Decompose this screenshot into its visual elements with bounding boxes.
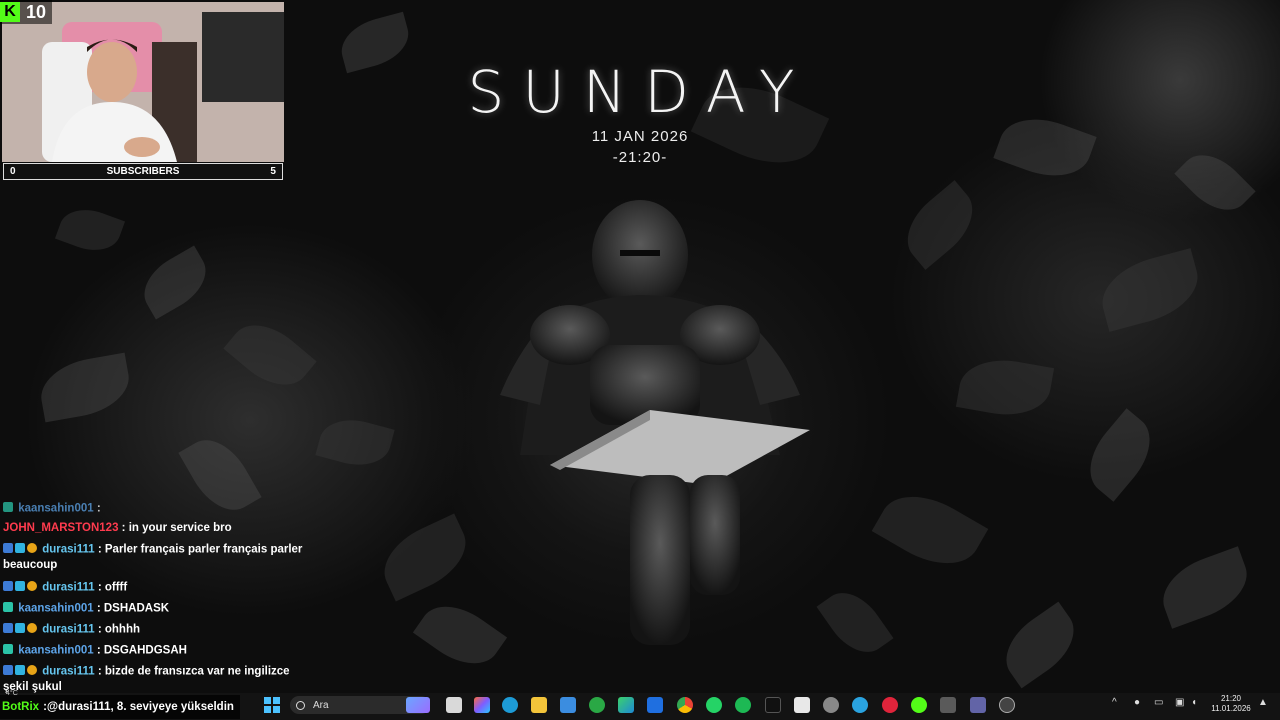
keyboard-icon[interactable]: ▭	[1154, 697, 1163, 708]
webcam-overlay: K 10 0 SUBSCRIBERS 5	[0, 0, 285, 182]
controller-app-icon[interactable]	[940, 697, 956, 713]
kick-count: 10	[26, 1, 47, 22]
whatsapp-icon[interactable]	[706, 697, 722, 713]
xbox-icon[interactable]	[589, 697, 605, 713]
chat-badges	[3, 664, 39, 679]
notification-bell-icon[interactable]: ▲	[1258, 697, 1268, 708]
telegram-icon[interactable]	[852, 697, 868, 713]
chat-text: ohhhh	[104, 623, 140, 636]
chat-message: kaansahin001 :	[3, 501, 315, 517]
clock-date: 11.01.2026	[1211, 704, 1251, 713]
chat-badges	[3, 622, 39, 637]
chat-username: durasi111	[42, 665, 95, 678]
chat-text: in your service bro	[128, 522, 232, 534]
subscriber-goal-label: SUBSCRIBERS	[106, 166, 180, 177]
chat-badges	[3, 643, 15, 658]
chat-badges	[3, 601, 15, 616]
botrix-text: :@durasi111, 8. seviyeye yükseldin	[43, 701, 234, 713]
chat-message: kaansahin001 : DSHADASK	[3, 601, 315, 617]
file-explorer-icon[interactable]	[531, 697, 547, 713]
task-view-icon[interactable]	[446, 697, 462, 713]
microphone-icon[interactable]: ●	[1134, 697, 1140, 708]
kick-app-icon[interactable]	[911, 697, 927, 713]
gaming-app-icon[interactable]	[618, 697, 634, 713]
day-label: SUNDAY	[467, 58, 813, 126]
chat-message: JOHN_MARSTON123 : in your service bro	[3, 522, 232, 534]
chat-message: durasi111 : offff	[3, 580, 315, 596]
chat-text: offff	[104, 581, 128, 594]
subscriber-goal-start: 0	[10, 166, 16, 177]
time-label: -21:20-	[612, 149, 668, 166]
clock-time: 21:20	[1220, 694, 1242, 703]
chat-message: kaansahin001 : DSGAHDGSAH	[3, 643, 315, 659]
widgets-icon[interactable]	[406, 697, 430, 713]
antivirus-icon[interactable]	[882, 697, 898, 713]
date-widget: SUNDAY 11 JAN 2026 -21:20-	[440, 58, 840, 166]
chrome-icon[interactable]	[677, 697, 693, 713]
botrix-message: BotRix :@durasi111, 8. seviyeye yükseldi…	[0, 695, 240, 719]
outlook-icon[interactable]	[647, 697, 663, 713]
chat-badges	[3, 501, 15, 516]
kick-logo-icon: K	[0, 2, 20, 22]
date-label: 11 JAN 2026	[591, 128, 689, 145]
chat-username: JOHN_MARSTON123	[3, 522, 119, 534]
store-icon[interactable]	[560, 697, 576, 713]
search-placeholder: Ara	[313, 699, 329, 711]
webcam-video	[2, 2, 284, 162]
tiktok-icon[interactable]	[765, 697, 781, 713]
chat-message: durasi111 : bizde de fransızca var ne in…	[3, 664, 290, 693]
subscriber-goal-bar: 0 SUBSCRIBERS 5	[3, 163, 283, 180]
chat-username: durasi111	[42, 581, 95, 594]
botrix-name: BotRix	[2, 701, 40, 713]
chat-message: durasi111 : Parler français parler franç…	[3, 542, 303, 571]
notes-icon[interactable]	[794, 697, 810, 713]
chat-message: durasi111 : ohhhh	[3, 622, 315, 638]
kick-follower-badge: K 10	[0, 0, 53, 24]
chat-text: DSHADASK	[103, 602, 170, 615]
knight-artwork	[500, 200, 810, 645]
spotify-icon[interactable]	[735, 697, 751, 713]
copilot-icon[interactable]	[474, 697, 490, 713]
volume-icon[interactable]: ◖	[1191, 697, 1197, 708]
chat-username: kaansahin001	[18, 644, 94, 657]
obs-icon[interactable]	[999, 697, 1015, 713]
chat-username: kaansahin001	[18, 602, 94, 615]
tray-overflow-chevron-icon[interactable]: ^	[1112, 697, 1117, 708]
taskbar-clock[interactable]: 21:20 11.01.2026	[1208, 694, 1254, 714]
settings-gear-icon[interactable]	[823, 697, 839, 713]
start-button-icon[interactable]	[264, 697, 280, 713]
chat-username: durasi111	[42, 623, 95, 636]
chat-username: durasi111	[42, 543, 95, 556]
chat-text: DSGAHDGSAH	[103, 644, 187, 657]
network-icon[interactable]: ▣	[1175, 697, 1184, 708]
edge-icon[interactable]	[502, 697, 518, 713]
chat-badges	[3, 542, 39, 557]
chat-badges	[3, 580, 39, 595]
search-icon	[296, 700, 305, 710]
chat-username: kaansahin001	[18, 502, 94, 515]
teams-icon[interactable]	[970, 697, 986, 713]
subscriber-goal-target: 5	[270, 166, 276, 177]
streamer-image	[2, 2, 284, 162]
